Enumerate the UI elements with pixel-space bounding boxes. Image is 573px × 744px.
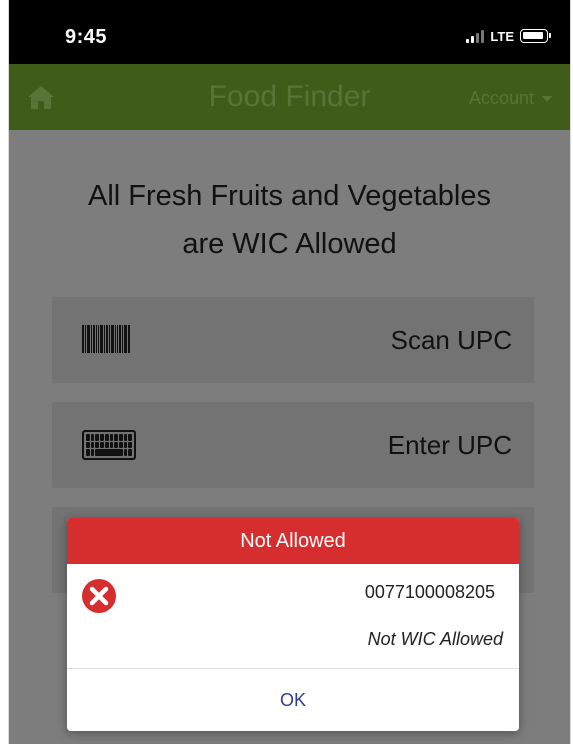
scan-upc-label: Scan UPC bbox=[390, 325, 512, 355]
not-allowed-dialog: Not Allowed 0077100008205 Not WIC Allowe… bbox=[67, 518, 519, 731]
enter-upc-label: Enter UPC bbox=[387, 430, 512, 460]
enter-upc-button[interactable]: Enter UPC bbox=[52, 402, 534, 488]
network-label: LTE bbox=[490, 28, 514, 44]
app-screen: 9:45 LTE Food Finder Account All Fresh F… bbox=[8, 0, 571, 744]
headline-line-1: All Fresh Fruits and Vegetables bbox=[88, 180, 491, 212]
barcode-icon bbox=[82, 325, 130, 353]
scan-upc-button[interactable]: Scan UPC bbox=[52, 297, 534, 383]
account-label: Account bbox=[468, 88, 534, 108]
battery-icon bbox=[520, 29, 551, 43]
status-time: 9:45 bbox=[65, 26, 108, 48]
caret-down-icon bbox=[542, 96, 552, 103]
ok-button[interactable]: OK bbox=[67, 669, 519, 731]
keyboard-icon bbox=[82, 430, 136, 460]
status-indicators: LTE bbox=[466, 28, 551, 44]
nav-bar: Food Finder Account bbox=[9, 64, 570, 130]
error-icon bbox=[82, 579, 116, 613]
headline-line-2: are WIC Allowed bbox=[182, 228, 397, 260]
status-bar: 9:45 LTE bbox=[9, 0, 570, 64]
account-menu[interactable]: Account bbox=[469, 88, 552, 109]
upc-code: 0077100008205 bbox=[364, 582, 495, 602]
status-message: Not WIC Allowed bbox=[367, 629, 503, 649]
headline: All Fresh Fruits and Vegetables are WIC … bbox=[29, 172, 550, 268]
dialog-body: 0077100008205 Not WIC Allowed bbox=[67, 564, 519, 668]
signal-icon bbox=[466, 29, 485, 43]
dialog-title: Not Allowed bbox=[67, 518, 519, 564]
